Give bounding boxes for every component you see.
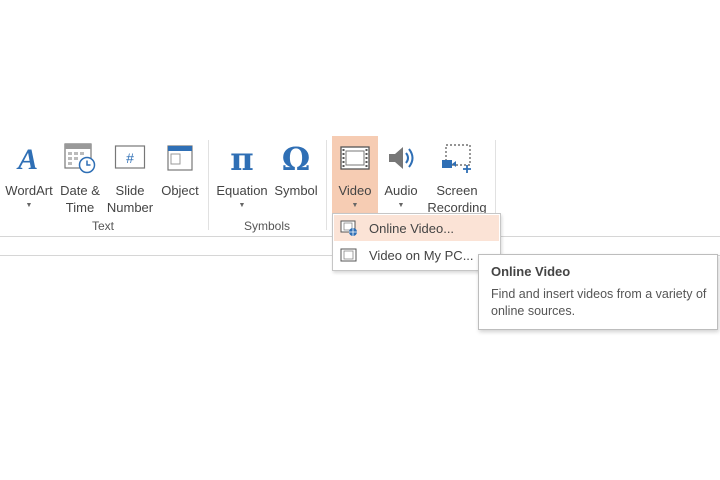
screen-recording-button[interactable]: Screen Recording (424, 136, 490, 216)
date-time-label-line1: Date & (60, 183, 100, 198)
object-button[interactable]: Object (157, 136, 203, 216)
menu-item-video-on-pc[interactable]: Video on My PC... (334, 242, 499, 268)
wordart-label: WordArt (5, 183, 53, 198)
audio-button[interactable]: Audio ▼ (380, 136, 422, 216)
online-video-label: Online Video... (369, 220, 455, 236)
slide-number-label-line2: Number (106, 200, 154, 215)
svg-text:A: A (16, 143, 38, 174)
slide-number-button[interactable]: # Slide Number (105, 136, 155, 216)
symbol-button[interactable]: Ω Symbol (272, 136, 320, 216)
video-pc-icon (340, 247, 358, 263)
group-separator (208, 140, 209, 230)
wordart-button[interactable]: A WordArt ▼ (3, 136, 55, 216)
speaker-icon (383, 140, 419, 176)
chevron-down-icon: ▼ (238, 202, 246, 209)
equation-button[interactable]: π Equation ▼ (214, 136, 270, 216)
object-icon (162, 140, 198, 176)
wordart-icon: A (11, 140, 47, 176)
tooltip-title: Online Video (491, 264, 571, 279)
screen-recording-icon (439, 140, 475, 176)
film-icon (337, 140, 373, 176)
online-video-icon (340, 220, 358, 236)
screen-recording-label-line1: Screen (436, 183, 478, 198)
equation-label: Equation (216, 183, 268, 198)
video-button[interactable]: Video ▼ (332, 136, 378, 214)
pi-icon: π (224, 140, 260, 176)
symbols-group-label: Symbols (243, 219, 290, 233)
chevron-down-icon: ▼ (351, 202, 359, 209)
video-on-pc-label: Video on My PC... (369, 247, 474, 263)
video-dropdown-menu: Online Video... Video on My PC... (332, 213, 501, 271)
date-time-button[interactable]: Date & Time (56, 136, 104, 216)
video-label: Video (338, 183, 372, 198)
group-separator (326, 140, 327, 230)
tooltip-body: Find and insert videos from a variety of… (491, 287, 707, 318)
calendar-clock-icon (62, 140, 98, 176)
text-group-label: Text (91, 219, 114, 233)
svg-text:Ω: Ω (282, 142, 310, 174)
slide-number-label-line1: Slide (115, 183, 145, 198)
slide-number-icon: # (112, 140, 148, 176)
svg-text:#: # (126, 150, 134, 166)
omega-icon: Ω (278, 140, 314, 176)
symbol-label: Symbol (274, 183, 318, 198)
chevron-down-icon: ▼ (25, 202, 33, 209)
svg-text:π: π (230, 142, 253, 174)
object-label: Object (161, 183, 199, 198)
menu-item-online-video[interactable]: Online Video... (334, 215, 499, 241)
chevron-down-icon: ▼ (397, 202, 405, 209)
audio-label: Audio (384, 183, 418, 198)
online-video-tooltip: Online Video Find and insert videos from… (478, 254, 718, 330)
date-time-label-line2: Time (65, 200, 95, 215)
